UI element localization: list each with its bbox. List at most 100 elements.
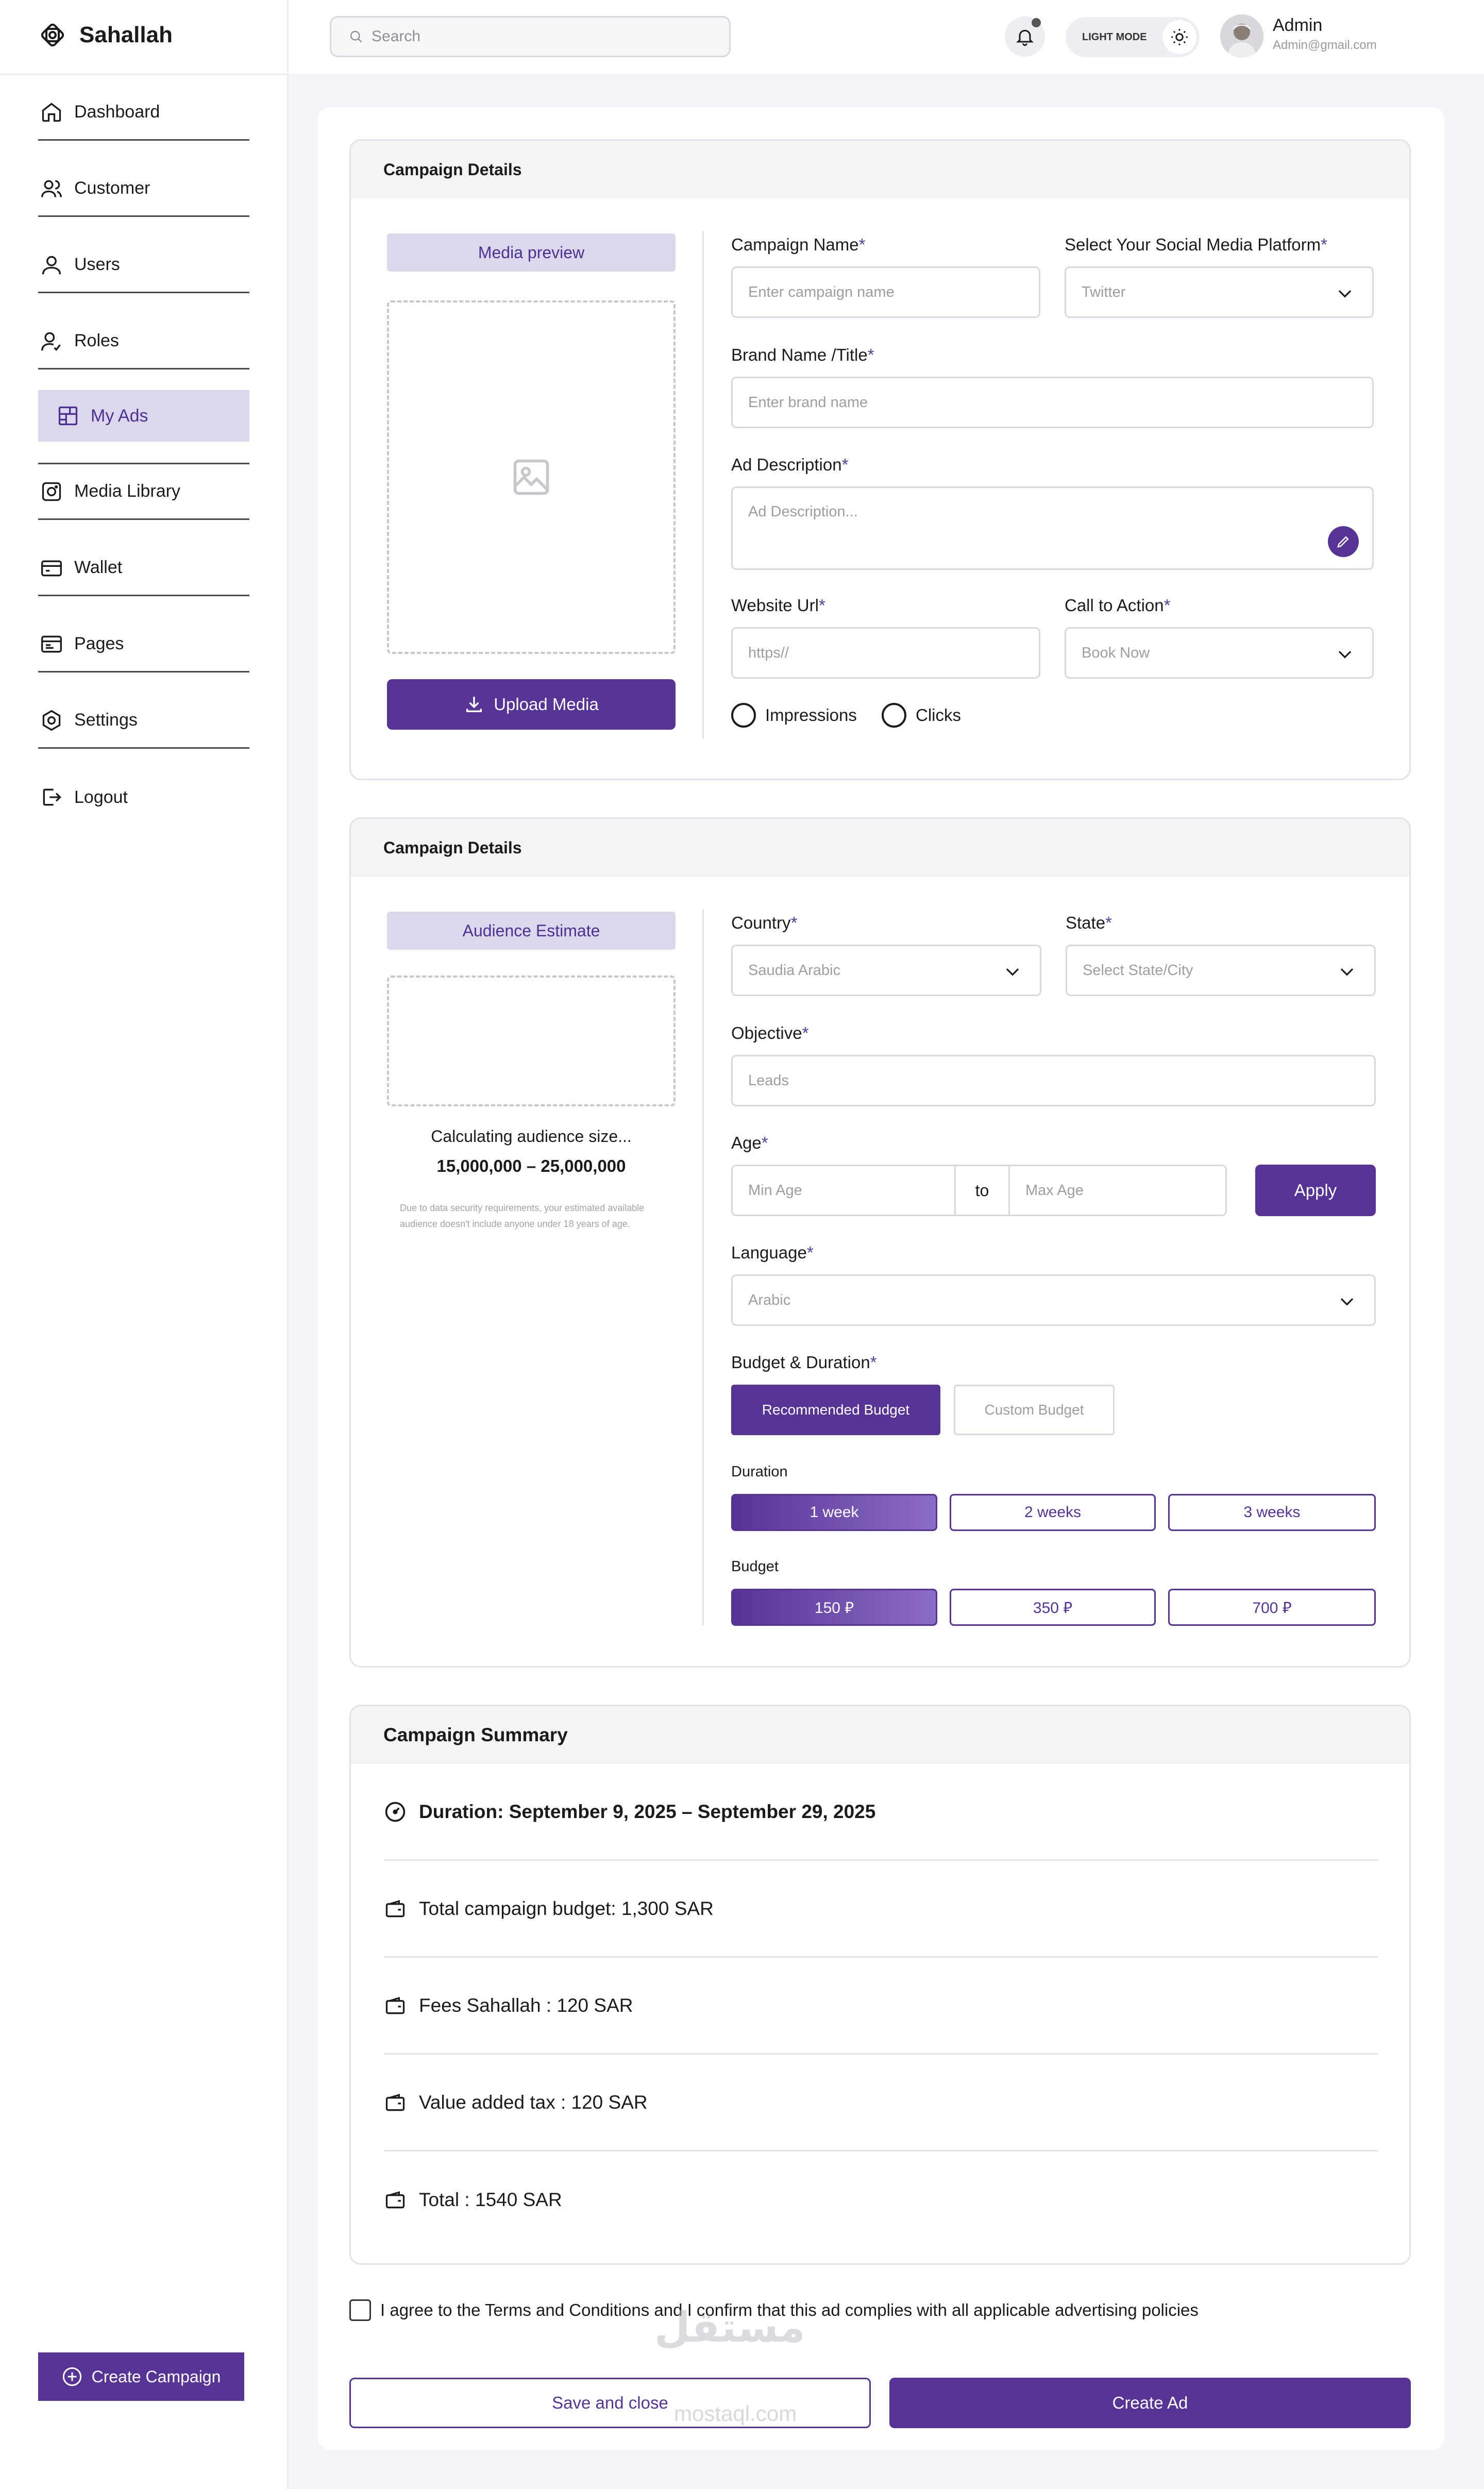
sidebar-item-label: Dashboard — [74, 102, 160, 122]
sidebar-item-wallet[interactable]: Wallet — [38, 541, 249, 596]
avatar[interactable] — [1220, 14, 1263, 58]
sidebar-item-label: Customer — [74, 178, 150, 198]
radio-clicks[interactable]: Clicks — [882, 703, 961, 728]
create-campaign-label: Create Campaign — [91, 2367, 221, 2386]
chevron-down-icon — [1340, 1298, 1354, 1306]
search-input[interactable]: Search — [330, 16, 731, 57]
app-logo[interactable]: Sahallah — [37, 20, 173, 51]
platform-select[interactable]: Twitter — [1065, 266, 1374, 318]
sidebar-item-label: Settings — [74, 710, 138, 730]
sidebar-item-media-library[interactable]: Media Library — [38, 464, 249, 520]
radio-label: Clicks — [916, 705, 961, 725]
language-label: Language* — [731, 1243, 814, 1262]
ad-description-input[interactable]: Ad Description... — [731, 486, 1374, 570]
platform-label: Select Your Social Media Platform* — [1065, 235, 1327, 254]
sidebar-item-label: Wallet — [74, 558, 123, 577]
apply-age-button[interactable]: Apply — [1255, 1165, 1376, 1216]
theme-label: LIGHT MODE — [1082, 31, 1147, 43]
campaign-details-section: Campaign Details Media preview Upload Me… — [349, 139, 1411, 780]
download-icon — [466, 697, 482, 712]
summary-vat: Value added tax : 120 SAR — [384, 2055, 1378, 2151]
create-ad-button[interactable]: Create Ad — [889, 2378, 1411, 2428]
brand-name-placeholder: Enter brand name — [748, 394, 868, 411]
sidebar-item-logout[interactable]: Logout — [38, 769, 249, 825]
radio-impressions[interactable]: Impressions — [731, 703, 857, 728]
watermark-latin: mostaql.com — [674, 2401, 797, 2426]
duration-3-weeks[interactable]: 3 weeks — [1168, 1494, 1376, 1531]
sidebar-item-roles[interactable]: Roles — [38, 314, 249, 369]
age-range-input[interactable]: Min Age to Max Age — [731, 1165, 1227, 1216]
budget-350[interactable]: 350 ⃁ — [950, 1589, 1156, 1626]
budget-150[interactable]: 150 ⃁ — [731, 1589, 937, 1626]
sidebar-item-label: My Ads — [91, 406, 148, 426]
duration-2-weeks[interactable]: 2 weeks — [950, 1494, 1156, 1531]
budget-700[interactable]: 700 ⃁ — [1168, 1589, 1376, 1626]
recommended-budget-button[interactable]: Recommended Budget — [731, 1385, 940, 1435]
objective-input[interactable]: Leads — [731, 1055, 1376, 1106]
brand-name-input[interactable]: Enter brand name — [731, 377, 1374, 428]
app-name: Sahallah — [79, 22, 173, 47]
summary-duration: Duration: September 9, 2025 – September … — [384, 1764, 1378, 1861]
topbar: Search LIGHT MODE Admin Admin@gmail.com — [289, 0, 1484, 74]
summary-total-budget-text: Total campaign budget: 1,300 SAR — [419, 1897, 714, 1919]
radio-label: Impressions — [765, 705, 857, 725]
call-to-action-label: Call to Action* — [1065, 596, 1171, 615]
age-to-label: to — [954, 1166, 1010, 1215]
country-value: Saudia Arabic — [748, 962, 840, 979]
website-url-label: Website Url* — [731, 596, 825, 615]
budget-duration-label: Budget & Duration* — [731, 1353, 877, 1372]
website-url-input[interactable]: https// — [731, 627, 1040, 679]
call-to-action-select[interactable]: Book Now — [1065, 627, 1374, 679]
edit-pencil-button[interactable] — [1328, 526, 1359, 557]
media-icon — [42, 482, 61, 501]
wallet-icon — [385, 1899, 405, 1917]
language-value: Arabic — [748, 1291, 791, 1308]
min-age-input[interactable]: Min Age — [733, 1182, 954, 1199]
platform-value: Twitter — [1082, 283, 1126, 300]
media-dropzone[interactable] — [387, 300, 676, 654]
chevron-down-icon — [1340, 968, 1354, 976]
audience-disclaimer: Due to data security requirements, your … — [400, 1203, 645, 1229]
media-preview-label: Media preview — [387, 233, 676, 272]
campaign-name-input[interactable]: Enter campaign name — [731, 266, 1040, 318]
sidebar-item-dashboard[interactable]: Dashboard — [38, 85, 249, 141]
sidebar-item-label: Roles — [74, 331, 119, 350]
theme-toggle[interactable]: LIGHT MODE — [1066, 17, 1200, 57]
sidebar-item-label: Pages — [74, 634, 124, 653]
wallet-icon — [385, 1996, 405, 2014]
upload-media-button[interactable]: Upload Media — [387, 679, 676, 730]
sidebar-item-customer[interactable]: Customer — [38, 161, 249, 217]
notification-button[interactable] — [1005, 16, 1045, 57]
duration-1-week[interactable]: 1 week — [731, 1494, 937, 1531]
max-age-input[interactable]: Max Age — [1010, 1182, 1084, 1199]
bell-icon — [1016, 29, 1034, 46]
column-divider — [702, 231, 704, 738]
language-select[interactable]: Arabic — [731, 1274, 1376, 1326]
sidebar-item-pages[interactable]: Pages — [38, 617, 249, 672]
chevron-down-icon — [1006, 968, 1019, 976]
state-select[interactable]: Select State/City — [1066, 945, 1376, 996]
checkbox-box — [349, 2299, 371, 2321]
sidebar-item-label: Media Library — [74, 481, 180, 501]
sidebar-item-my-ads[interactable]: My Ads — [38, 390, 249, 464]
summary-fees: Fees Sahallah : 120 SAR — [384, 1958, 1378, 2055]
create-campaign-button[interactable]: Create Campaign — [38, 2352, 244, 2401]
sidebar-nav: Dashboard Customer Users Roles My Ads Me… — [38, 85, 249, 846]
custom-budget-button[interactable]: Custom Budget — [954, 1385, 1115, 1435]
summary-total-text: Total : 1540 SAR — [419, 2189, 562, 2210]
sidebar-item-settings[interactable]: Settings — [38, 693, 249, 749]
upload-media-label: Upload Media — [494, 695, 599, 714]
country-select[interactable]: Saudia Arabic — [731, 945, 1041, 996]
ad-description-placeholder: Ad Description... — [748, 503, 858, 520]
user-name: Admin — [1273, 15, 1323, 35]
duration-label: Duration — [731, 1464, 788, 1480]
sidebar-item-users[interactable]: Users — [38, 238, 249, 293]
sidebar: Sahallah Dashboard Customer Users Roles … — [0, 0, 289, 2489]
logout-icon — [43, 788, 61, 806]
wallet-icon — [41, 560, 62, 576]
sidebar-item-label: Users — [74, 255, 120, 274]
objective-value: Leads — [748, 1072, 789, 1089]
chevron-down-icon — [1338, 651, 1352, 659]
search-icon — [350, 30, 362, 43]
sun-icon — [1162, 20, 1196, 54]
